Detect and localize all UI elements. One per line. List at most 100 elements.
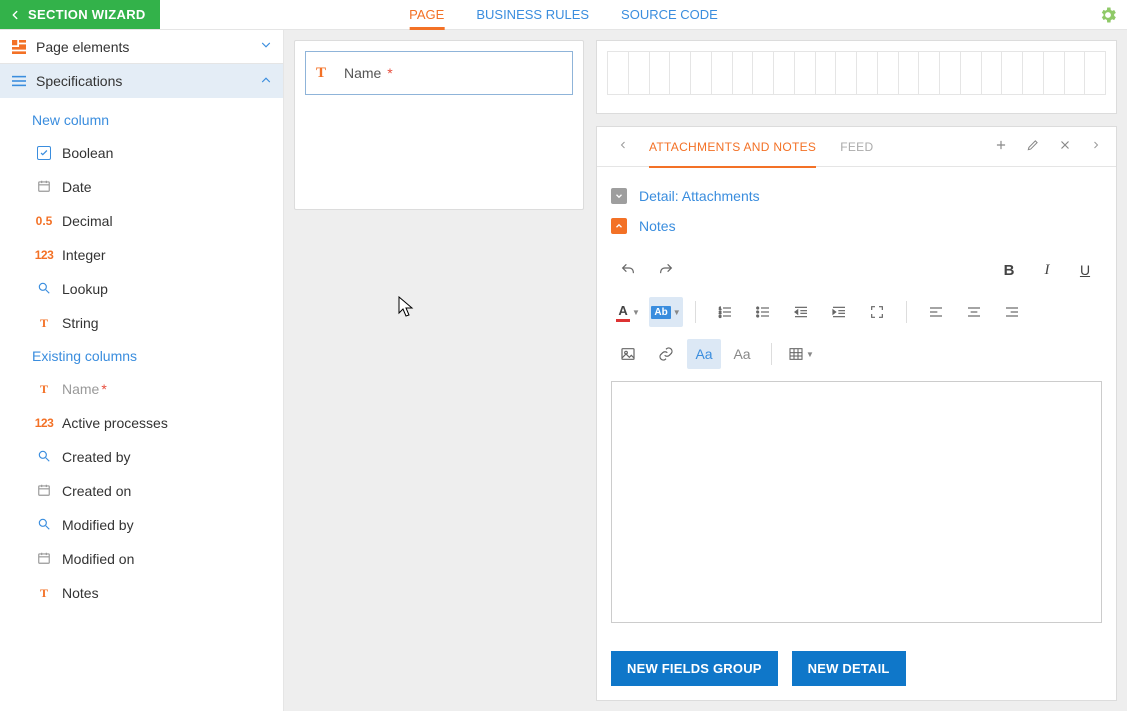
tab-attachments-and-notes[interactable]: ATTACHMENTS AND NOTES (649, 127, 816, 167)
align-left-button[interactable] (919, 297, 953, 327)
detail-panel: ATTACHMENTS AND NOTES FEED Detail: Attac… (596, 126, 1117, 701)
grid-cell[interactable] (607, 52, 629, 94)
lookup-icon (34, 281, 54, 298)
integer-icon: 123 (34, 416, 54, 430)
top-tab-business-rules[interactable]: BUSINESS RULES (476, 0, 589, 29)
chevron-up-icon (259, 73, 273, 90)
indent-button[interactable] (822, 297, 856, 327)
chevron-down-icon (611, 188, 627, 204)
list-icon (10, 74, 28, 88)
undo-button[interactable] (611, 255, 645, 285)
grid-cell[interactable] (878, 52, 899, 94)
align-center-button[interactable] (957, 297, 991, 327)
new-column-integer[interactable]: 123 Integer (10, 238, 279, 272)
grid-cell[interactable] (961, 52, 982, 94)
lookup-icon (34, 449, 54, 466)
design-field-name[interactable]: T Name * (305, 51, 573, 95)
edit-tab-button[interactable] (1026, 138, 1040, 155)
grid-cell[interactable] (940, 52, 961, 94)
redo-button[interactable] (649, 255, 683, 285)
detail-item-notes[interactable]: Notes (611, 211, 1102, 241)
insert-link-button[interactable] (649, 339, 683, 369)
insert-image-button[interactable] (611, 339, 645, 369)
delete-tab-button[interactable] (1058, 138, 1072, 155)
grid-cell[interactable] (650, 52, 671, 94)
existing-column-notes[interactable]: T Notes (10, 576, 279, 610)
gear-icon (1098, 5, 1118, 25)
existing-columns-title: Existing columns (10, 340, 279, 372)
panel-specifications[interactable]: Specifications (0, 64, 283, 98)
new-fields-group-button[interactable]: NEW FIELDS GROUP (611, 651, 778, 686)
unordered-list-button[interactable] (746, 297, 780, 327)
decimal-icon: 0.5 (34, 214, 54, 228)
grid-cell[interactable] (1002, 52, 1023, 94)
design-grid-strip[interactable] (596, 40, 1117, 114)
back-to-section-wizard-button[interactable]: SECTION WIZARD (0, 0, 160, 29)
grid-cell[interactable] (1023, 52, 1044, 94)
tab-nav-prev[interactable] (611, 139, 635, 154)
fullscreen-button[interactable] (860, 297, 894, 327)
notes-editor[interactable] (611, 381, 1102, 623)
bold-button[interactable]: B (992, 255, 1026, 285)
back-label: SECTION WIZARD (28, 7, 146, 22)
grid-cell[interactable] (836, 52, 857, 94)
detail-item-attachments[interactable]: Detail: Attachments (611, 181, 1102, 211)
new-detail-button[interactable]: NEW DETAIL (792, 651, 906, 686)
sidebar: Page elements Specifications New column … (0, 30, 284, 711)
chevron-down-icon (259, 38, 273, 55)
string-icon: T (34, 382, 54, 397)
panel-page-elements[interactable]: Page elements (0, 30, 283, 64)
grid-cell[interactable] (670, 52, 691, 94)
tab-feed[interactable]: FEED (840, 127, 873, 167)
top-tab-source-code[interactable]: SOURCE CODE (621, 0, 718, 29)
grid-cell[interactable] (816, 52, 837, 94)
grid-cell[interactable] (919, 52, 940, 94)
highlight-color-button[interactable]: Ab▼ (649, 297, 683, 327)
left-design-card[interactable]: T Name * (294, 40, 584, 210)
new-column-lookup[interactable]: Lookup (10, 272, 279, 306)
calendar-icon (34, 483, 54, 500)
underline-button[interactable]: U (1068, 255, 1102, 285)
grid-cell[interactable] (857, 52, 878, 94)
new-column-date[interactable]: Date (10, 170, 279, 204)
string-icon: T (316, 65, 334, 82)
existing-column-name[interactable]: T Name* (10, 372, 279, 406)
grid-cell[interactable] (629, 52, 650, 94)
settings-button[interactable] (1089, 0, 1127, 29)
italic-button[interactable]: I (1030, 255, 1064, 285)
ordered-list-button[interactable]: 123 (708, 297, 742, 327)
grid-cell[interactable] (712, 52, 733, 94)
grid-cell[interactable] (774, 52, 795, 94)
insert-table-button[interactable]: ▼ (784, 339, 818, 369)
add-tab-button[interactable] (994, 138, 1008, 155)
existing-column-created-on[interactable]: Created on (10, 474, 279, 508)
font-color-button[interactable]: A▼ (611, 297, 645, 327)
panel-elements-label: Page elements (36, 39, 259, 55)
new-column-string[interactable]: T String (10, 306, 279, 340)
existing-column-modified-on[interactable]: Modified on (10, 542, 279, 576)
grid-cell[interactable] (753, 52, 774, 94)
panel-specs-label: Specifications (36, 73, 259, 89)
grid-cell[interactable] (982, 52, 1003, 94)
grid-cell[interactable] (899, 52, 920, 94)
new-column-decimal[interactable]: 0.5 Decimal (10, 204, 279, 238)
grid-cell[interactable] (795, 52, 816, 94)
grid-cell[interactable] (1044, 52, 1065, 94)
layout-icon (10, 40, 28, 54)
font-size-button[interactable]: Aa (725, 339, 759, 369)
align-right-button[interactable] (995, 297, 1029, 327)
existing-column-modified-by[interactable]: Modified by (10, 508, 279, 542)
outdent-button[interactable] (784, 297, 818, 327)
existing-column-active-processes[interactable]: 123 Active processes (10, 406, 279, 440)
grid-cell[interactable] (733, 52, 754, 94)
tab-nav-next[interactable] (1090, 139, 1102, 154)
grid-cell[interactable] (691, 52, 712, 94)
calendar-icon (34, 179, 54, 196)
grid-cell[interactable] (1065, 52, 1086, 94)
new-column-boolean[interactable]: Boolean (10, 136, 279, 170)
grid-cell[interactable] (1085, 52, 1106, 94)
top-tab-page[interactable]: PAGE (409, 0, 444, 29)
font-family-button[interactable]: Aa (687, 339, 721, 369)
existing-column-created-by[interactable]: Created by (10, 440, 279, 474)
calendar-icon (34, 551, 54, 568)
